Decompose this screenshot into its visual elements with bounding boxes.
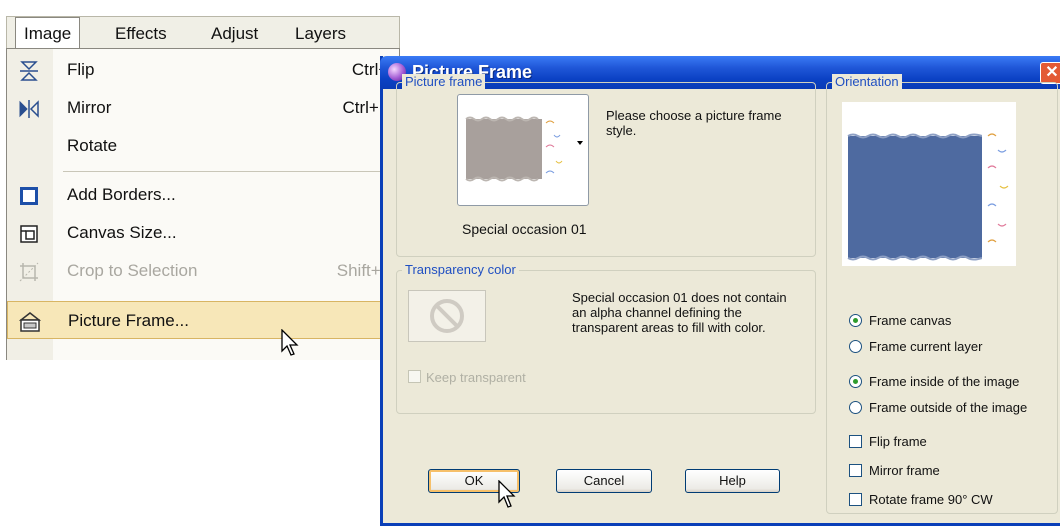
menubar-effects[interactable]: Effects: [107, 17, 175, 50]
menubar: Image Effects Adjust Layers: [6, 16, 400, 50]
menu-item-label: Add Borders...: [67, 185, 176, 204]
menu-item-rotate[interactable]: Rotate: [7, 127, 399, 165]
transparency-color-swatch: [408, 290, 486, 342]
canvas-size-icon: [20, 225, 38, 243]
menu-item-label: Rotate: [67, 136, 118, 155]
menubar-adjust[interactable]: Adjust: [203, 17, 266, 50]
menu-item-crop-to-selection: Crop to Selection Shift+R: [7, 252, 399, 290]
mirror-frame-checkbox[interactable]: [849, 464, 862, 477]
frame-current-layer-radio[interactable]: [849, 340, 862, 353]
mirror-frame-label: Mirror frame: [869, 463, 940, 478]
image-dropdown-menu: Flip Ctrl+I Mirror Ctrl+M Rotate Add Bor…: [6, 48, 400, 360]
cancel-button[interactable]: Cancel: [556, 469, 652, 493]
mouse-cursor-icon: [498, 480, 516, 508]
crop-icon: [19, 262, 39, 282]
mirror-icon: [19, 100, 39, 118]
image-menu-area: Image Effects Adjust Layers Flip Ctrl+I …: [0, 0, 400, 360]
chevron-down-icon[interactable]: [577, 141, 583, 145]
frame-inside-label: Frame inside of the image: [869, 374, 1020, 389]
frame-preview-image: [847, 122, 1016, 266]
frame-canvas-radio[interactable]: [849, 314, 862, 327]
menu-separator: [63, 171, 397, 172]
menu-item-add-borders[interactable]: Add Borders...: [7, 176, 399, 214]
help-button[interactable]: Help: [685, 469, 780, 493]
flip-frame-label: Flip frame: [869, 434, 927, 449]
rotate-frame-checkbox[interactable]: [849, 493, 862, 506]
flip-frame-checkbox[interactable]: [849, 435, 862, 448]
picture-frame-icon: [19, 312, 41, 332]
keep-transparent-label: Keep transparent: [426, 370, 526, 385]
menu-item-label: Crop to Selection: [67, 261, 198, 280]
frame-preview: [842, 102, 1016, 266]
menu-item-picture-frame[interactable]: Picture Frame...: [7, 301, 399, 339]
menu-item-label: Canvas Size...: [67, 223, 177, 242]
no-symbol-icon: [430, 299, 464, 333]
close-button[interactable]: ✕: [1040, 62, 1060, 84]
frame-style-hint: Please choose a picture frame style.: [606, 108, 782, 138]
transparency-message: Special occasion 01 does not contain an …: [572, 290, 787, 335]
frame-inside-radio[interactable]: [849, 375, 862, 388]
flip-icon: [20, 61, 38, 81]
menu-item-mirror[interactable]: Mirror Ctrl+M: [7, 89, 399, 127]
picture-frame-group-title: Picture frame: [402, 74, 486, 89]
menubar-layers[interactable]: Layers: [287, 17, 354, 50]
close-icon: ✕: [1045, 64, 1059, 81]
rotate-frame-label: Rotate frame 90° CW: [869, 492, 993, 507]
add-borders-icon: [20, 187, 38, 205]
frame-current-layer-label: Frame current layer: [869, 339, 983, 354]
frame-style-thumbnail: [465, 113, 572, 185]
mouse-cursor-icon: [281, 329, 299, 356]
frame-canvas-label: Frame canvas: [869, 313, 952, 328]
menu-item-label: Mirror: [67, 98, 112, 117]
transparency-color-group-title: Transparency color: [402, 262, 519, 277]
menu-item-label: Flip: [67, 60, 95, 79]
frame-outside-label: Frame outside of the image: [869, 400, 1028, 415]
menu-item-canvas-size[interactable]: Canvas Size...: [7, 214, 399, 252]
frame-outside-radio[interactable]: [849, 401, 862, 414]
frame-style-picker[interactable]: [457, 94, 589, 206]
selected-frame-name: Special occasion 01: [462, 221, 587, 237]
orientation-group-title: Orientation: [832, 74, 902, 89]
menu-item-label: Picture Frame...: [68, 311, 189, 330]
menubar-image[interactable]: Image: [15, 17, 81, 50]
keep-transparent-checkbox: [408, 370, 421, 383]
menu-item-flip[interactable]: Flip Ctrl+I: [7, 51, 399, 89]
